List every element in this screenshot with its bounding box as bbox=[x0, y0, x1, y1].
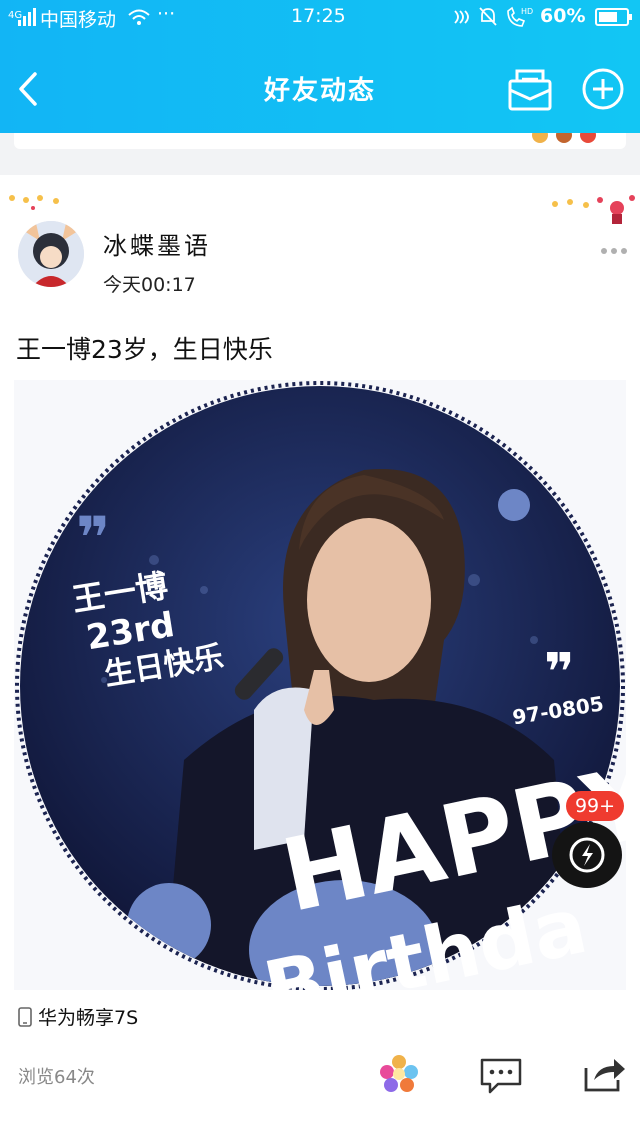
mail-icon bbox=[508, 69, 552, 111]
share-icon[interactable] bbox=[582, 1054, 628, 1094]
comment-icon[interactable] bbox=[478, 1056, 524, 1096]
device-name: 华为畅享7S bbox=[38, 1007, 139, 1029]
svg-text:HD: HD bbox=[521, 7, 533, 16]
post-time: 今天00:17 bbox=[103, 274, 196, 296]
phone-icon bbox=[18, 1006, 32, 1027]
quote-mark-right: ❞ bbox=[544, 643, 575, 703]
post-card: 冰蝶墨语 今天00:17 王一博23岁，生日快乐 ❞ ❞ 王一博 23rd 生日… bbox=[0, 178, 640, 1138]
battery-percent: 60% bbox=[540, 5, 586, 27]
nav-bar: 好友动态 bbox=[0, 44, 640, 133]
app-header: 4G 中国移动 ··· 17:25 HD 60% 好友动态 bbox=[0, 0, 640, 133]
hd-call-icon: HD bbox=[507, 6, 533, 27]
battery-icon bbox=[595, 8, 632, 26]
flower-gift-icon[interactable] bbox=[378, 1054, 420, 1094]
plus-circle-icon bbox=[582, 68, 624, 110]
quote-mark-left: ❞ bbox=[76, 504, 110, 572]
post-text: 王一博23岁，生日快乐 bbox=[16, 335, 273, 364]
lightning-chat-icon bbox=[569, 837, 605, 873]
decor-border bbox=[9, 195, 635, 224]
mute-bell-icon bbox=[479, 7, 497, 26]
carrier-name: 中国移动 bbox=[40, 9, 117, 31]
mail-button[interactable] bbox=[505, 66, 557, 114]
more-icon[interactable] bbox=[598, 244, 630, 258]
notification-badge: 99+ bbox=[566, 791, 624, 821]
avatar-image bbox=[18, 221, 84, 287]
username[interactable]: 冰蝶墨语 bbox=[103, 226, 211, 261]
signal-icon bbox=[18, 8, 36, 26]
avatar[interactable] bbox=[18, 221, 84, 287]
add-button[interactable] bbox=[578, 64, 628, 114]
birthday-poster: ❞ ❞ 王一博 23rd 生日快乐 97-0805 HAPPY Birthda bbox=[15, 381, 626, 990]
nfc-icon bbox=[454, 10, 469, 24]
wifi-icon bbox=[128, 9, 150, 25]
previous-card-avatars bbox=[532, 133, 596, 143]
status-bar: 4G 中国移动 ··· 17:25 HD 60% bbox=[0, 0, 640, 34]
floating-chat-button[interactable] bbox=[552, 822, 622, 888]
clock: 17:25 bbox=[291, 5, 346, 27]
device-info: 华为畅享7S bbox=[18, 1003, 138, 1030]
previous-card-edge bbox=[0, 133, 640, 175]
status-dots: ··· bbox=[157, 3, 176, 25]
post-image[interactable]: ❞ ❞ 王一博 23rd 生日快乐 97-0805 HAPPY Birthda bbox=[14, 380, 626, 990]
view-count: 浏览64次 bbox=[18, 1067, 95, 1088]
